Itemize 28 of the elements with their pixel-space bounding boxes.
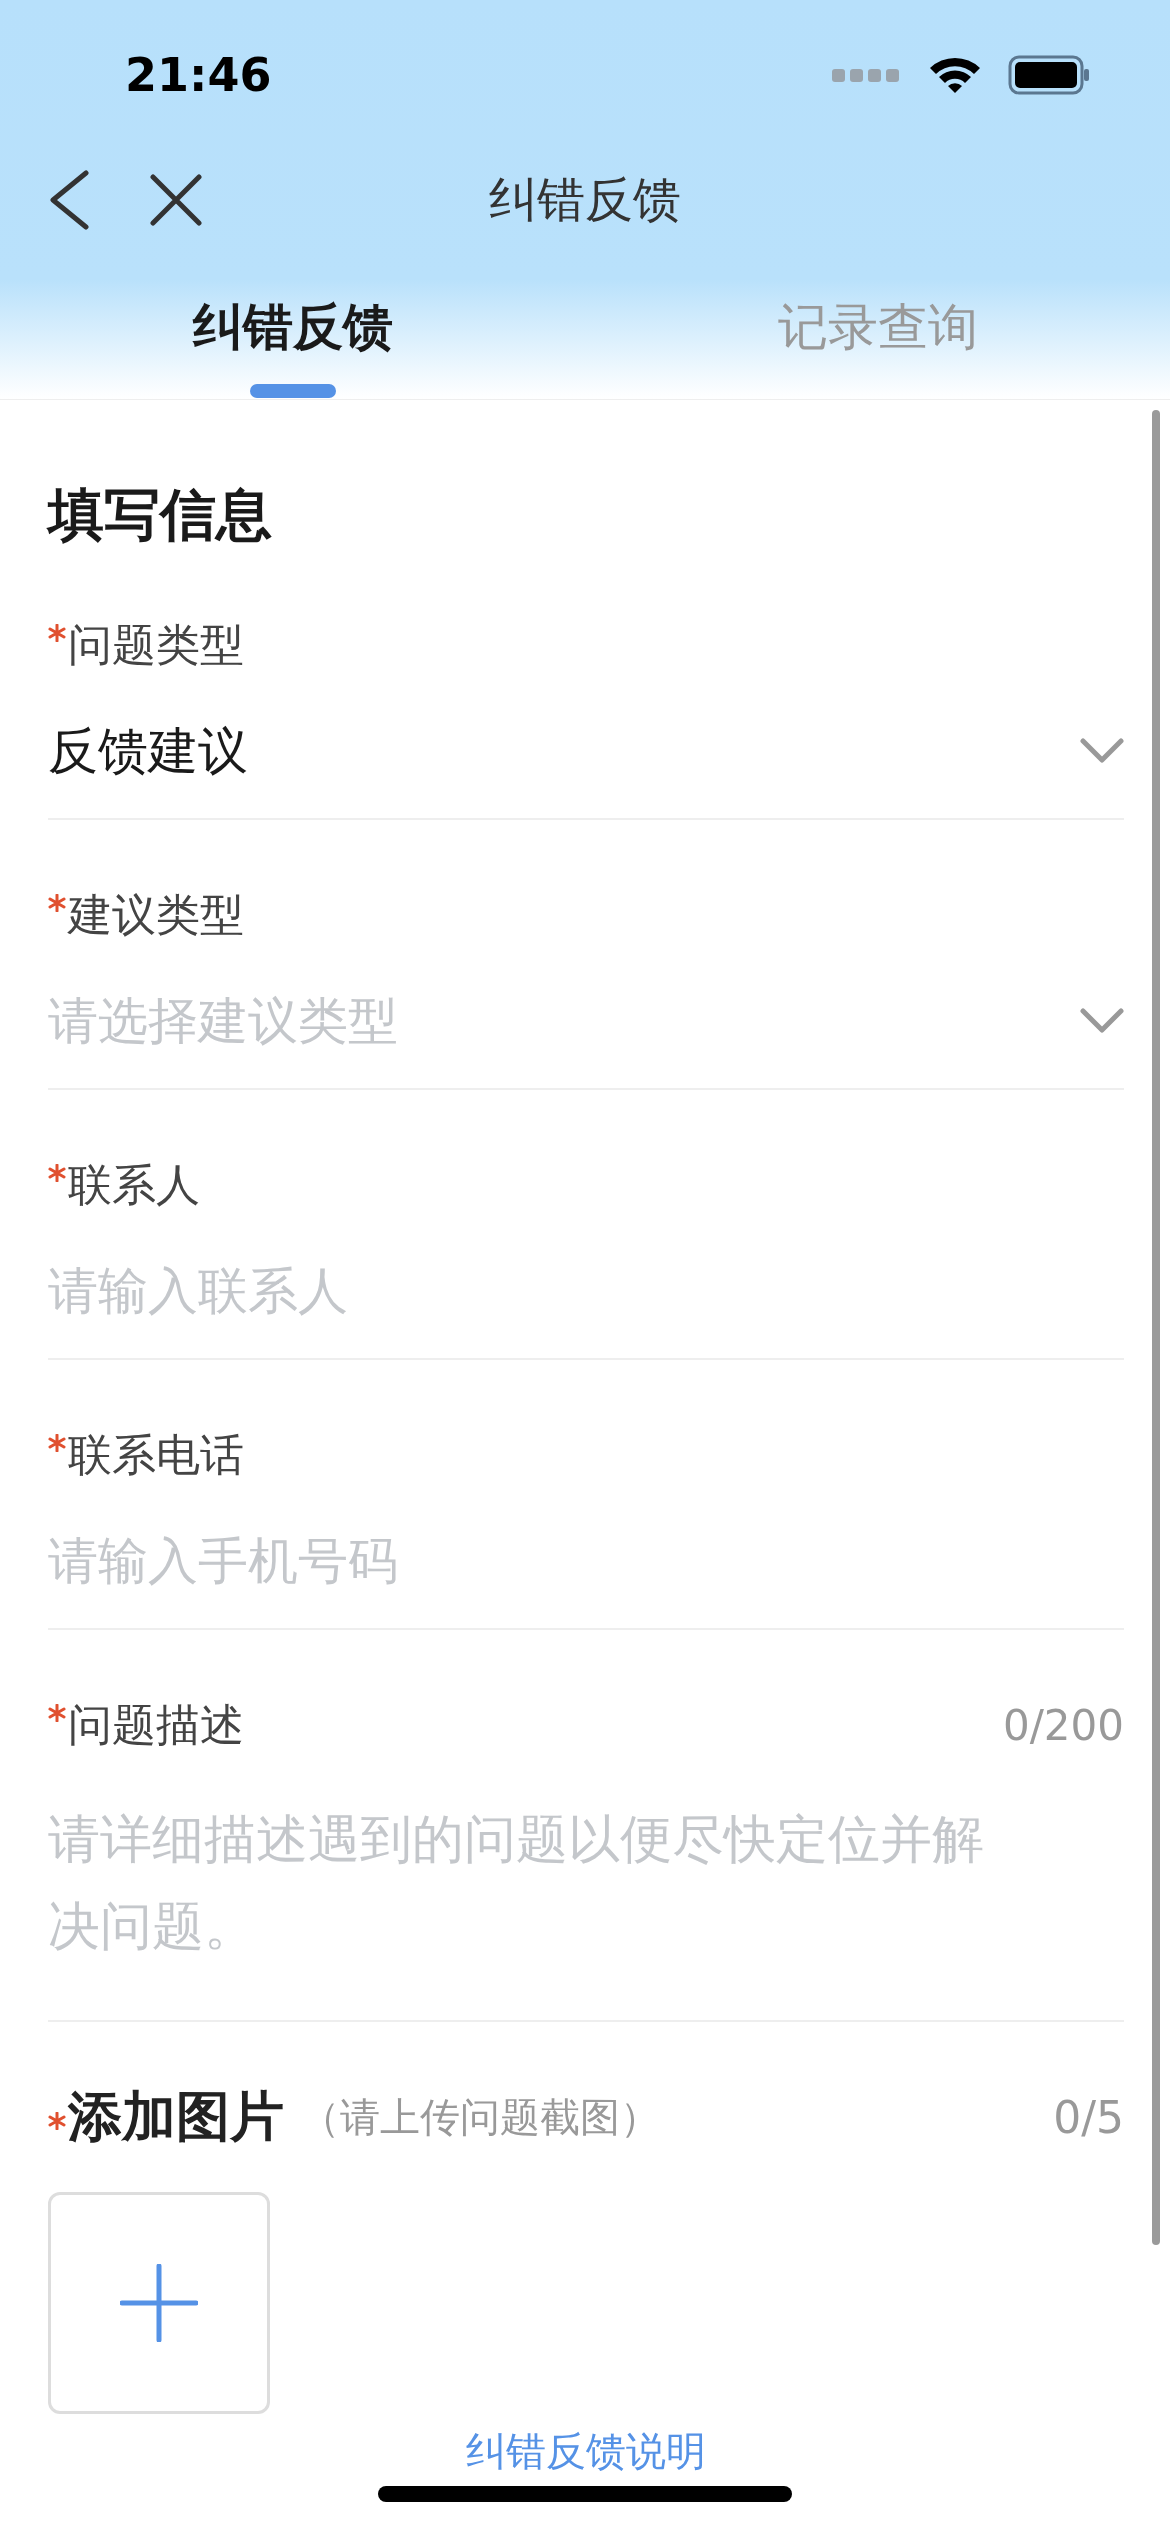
textarea-field[interactable]: 请详细描述遇到的问题以便尽快定位并解决问题。: [48, 1796, 1008, 1970]
close-icon[interactable]: [150, 174, 202, 226]
image-count: 0/5: [1053, 2091, 1124, 2143]
field-label: 联系人: [68, 1157, 200, 1212]
chevron-down-icon: [1080, 738, 1124, 764]
wifi-icon: [928, 55, 982, 95]
field-label: 问题描述: [68, 1697, 244, 1752]
help-link[interactable]: 纠错反馈说明: [466, 2428, 706, 2474]
tab[interactable]: 纠错反馈: [0, 250, 585, 400]
input-field[interactable]: 请输入手机号码: [48, 1526, 1124, 1596]
field-label: 建议类型: [68, 887, 244, 942]
page-title: 纠错反馈: [489, 171, 681, 227]
input-field[interactable]: 请输入联系人: [48, 1256, 1124, 1326]
signal-icon: [832, 67, 902, 83]
chevron-down-icon: [1080, 1008, 1124, 1034]
hint-text: （请上传问题截图）: [300, 2092, 660, 2142]
back-icon[interactable]: [48, 170, 90, 230]
field-label: 联系电话: [68, 1427, 244, 1482]
select-field[interactable]: 反馈建议: [48, 716, 1124, 786]
plus-icon: [120, 2264, 198, 2342]
status-time: 21:46: [125, 48, 272, 102]
tab[interactable]: 记录查询: [585, 250, 1170, 400]
battery-icon: [1008, 55, 1090, 95]
field-label: 添加图片: [68, 2083, 284, 2150]
field-label: 问题类型: [68, 617, 244, 672]
character-count: 0/200: [1002, 1700, 1124, 1750]
section-title: 填写信息: [48, 481, 273, 549]
select-field[interactable]: 请选择建议类型: [48, 986, 1124, 1056]
